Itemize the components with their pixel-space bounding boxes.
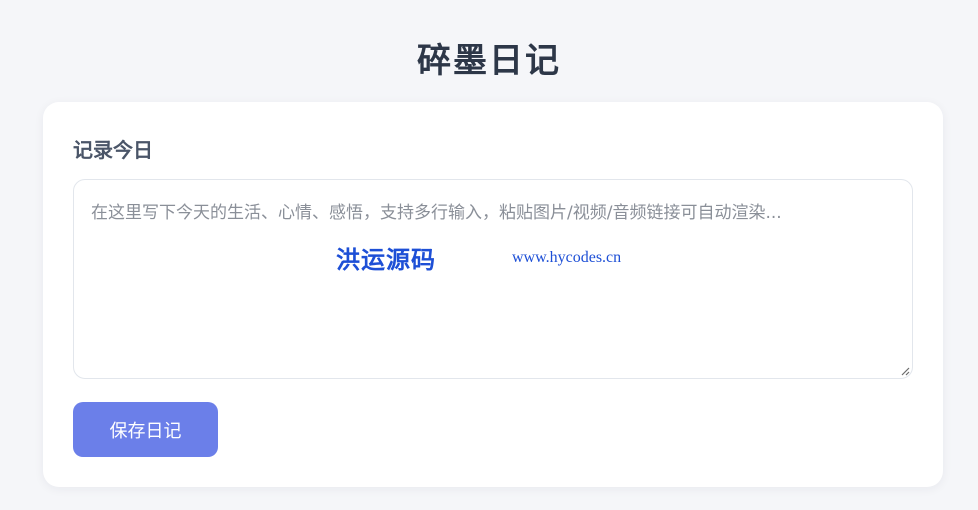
section-title: 记录今日: [73, 138, 153, 162]
page-title: 碎墨日记: [417, 40, 561, 81]
save-button[interactable]: 保存日记: [73, 402, 218, 457]
diary-card: 记录今日 洪运源码 www.hycodes.cn 保存日记: [43, 102, 943, 487]
diary-editor: 洪运源码 www.hycodes.cn: [73, 179, 913, 379]
diary-textarea[interactable]: [74, 180, 912, 378]
resize-handle-icon[interactable]: [900, 366, 910, 376]
